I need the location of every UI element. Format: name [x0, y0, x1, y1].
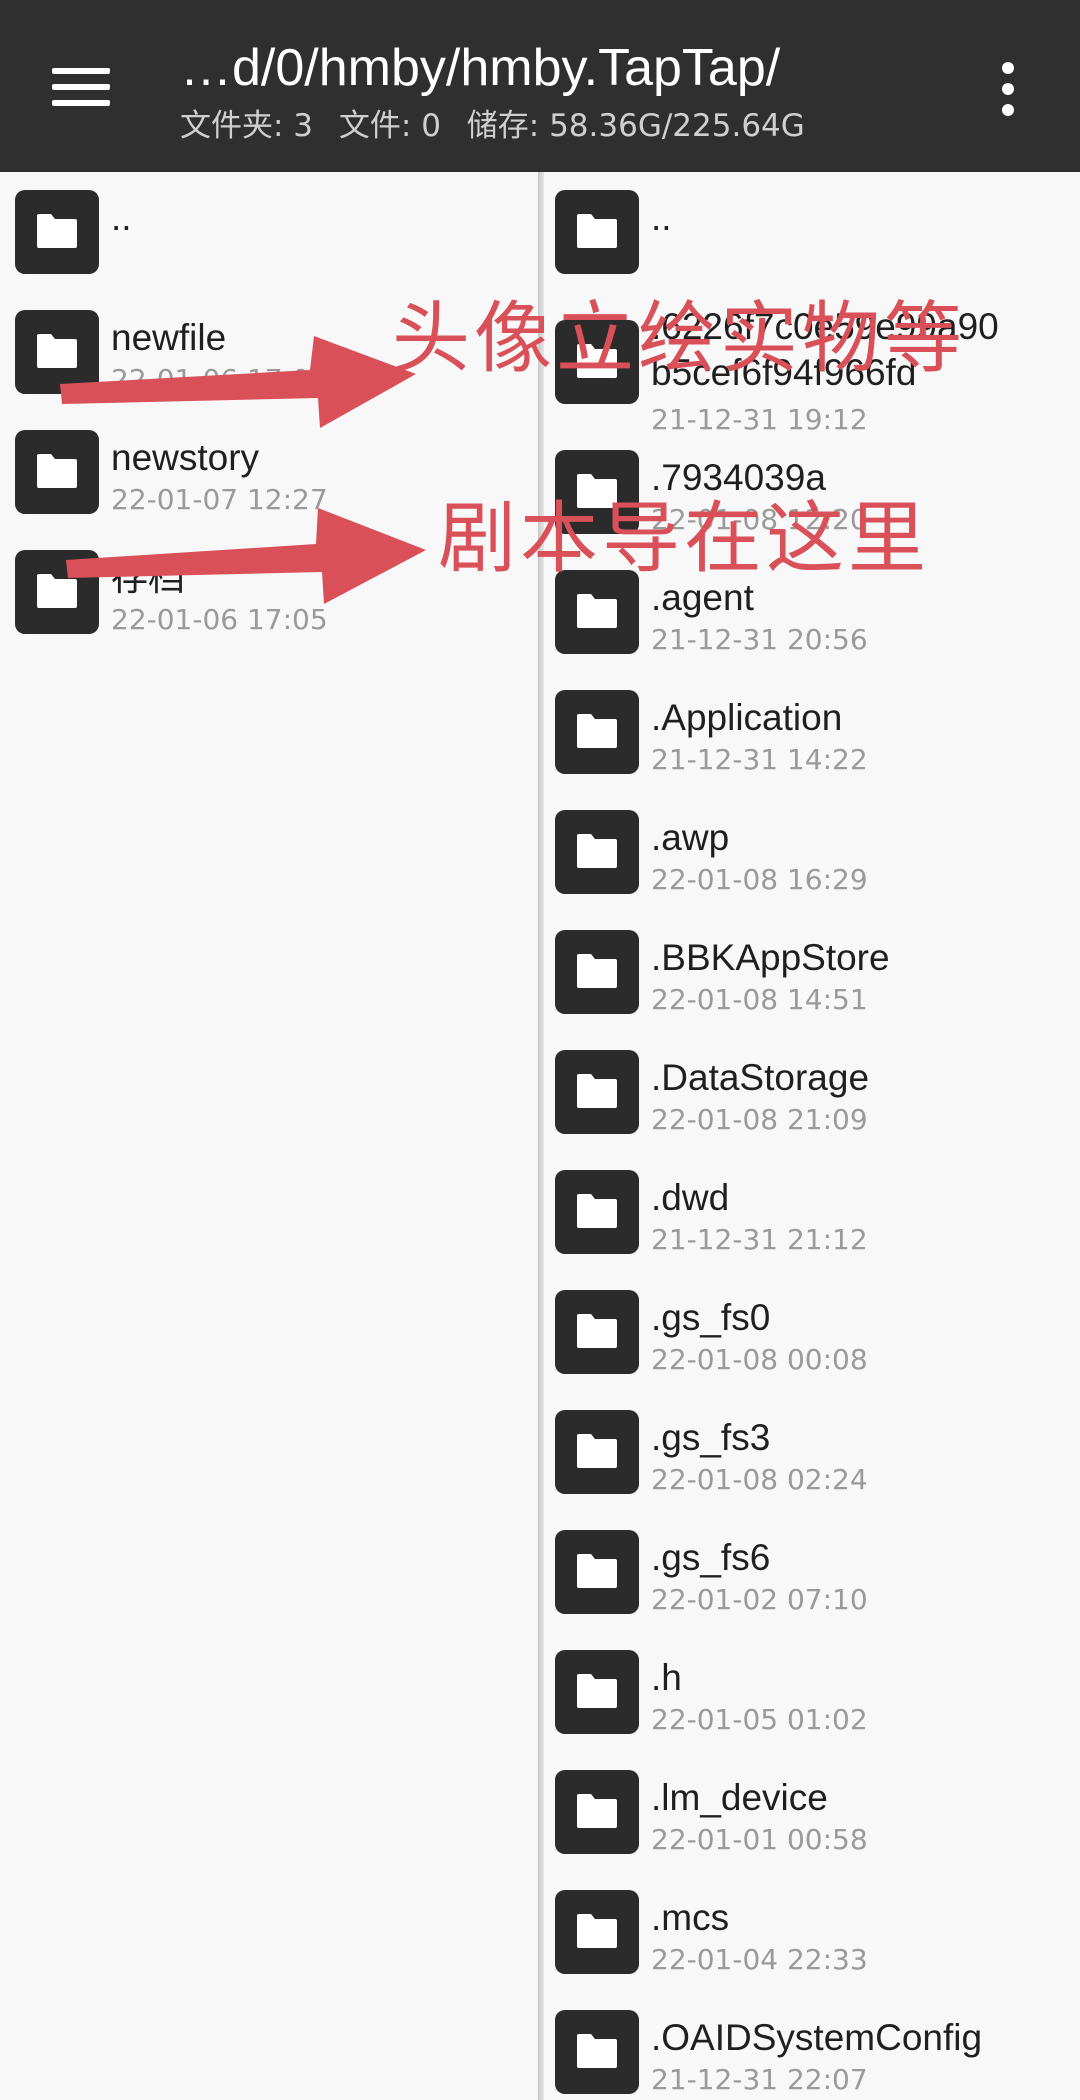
menu-icon[interactable] — [52, 60, 114, 112]
item-date: 22-01-06 17:05 — [111, 603, 328, 636]
item-date: 21-12-31 20:56 — [651, 623, 868, 656]
list-item[interactable]: .gs_fs6 22-01-02 07:10 — [544, 1512, 1080, 1632]
list-item[interactable]: newfile 22-01-06 17:05 — [0, 292, 538, 412]
item-date: 22-01-08 16:29 — [651, 863, 868, 896]
folder-icon — [555, 1290, 639, 1374]
item-date: 22-01-06 17:05 — [111, 363, 328, 396]
list-item[interactable]: .mcs 22-01-04 22:33 — [544, 1872, 1080, 1992]
item-name: newstory — [111, 437, 260, 478]
item-name: .Application — [651, 697, 843, 738]
list-item[interactable]: .awp 22-01-08 16:29 — [544, 792, 1080, 912]
folder-icon — [555, 2010, 639, 2094]
folder-icon — [555, 1410, 639, 1494]
app-bar: …d/0/hmby/hmby.TapTap/ 文件夹: 3 文件: 0 储存: … — [0, 0, 1080, 172]
folder-icon — [555, 1770, 639, 1854]
item-date: 22-01-01 00:58 — [651, 1823, 868, 1856]
item-date: 21-12-31 21:12 — [651, 1223, 868, 1256]
item-name: .6226f7c0e59e99a90 b5cef6f94f966fd — [651, 304, 999, 396]
list-item[interactable]: .6226f7c0e59e99a90 b5cef6f94f966fd 21-12… — [544, 292, 1080, 436]
storage-usage: 储存: 58.36G/225.64G — [466, 108, 805, 144]
file-count: 文件: 0 — [338, 108, 441, 144]
item-name: .. — [111, 197, 132, 238]
item-name: .DataStorage — [651, 1057, 870, 1098]
folder-icon — [15, 550, 99, 634]
folder-icon — [555, 450, 639, 534]
item-date: 21-12-31 14:22 — [651, 743, 868, 776]
item-name: .agent — [651, 577, 754, 618]
current-path[interactable]: …d/0/hmby/hmby.TapTap/ — [180, 32, 780, 104]
item-name: .gs_fs0 — [651, 1297, 771, 1338]
list-item[interactable]: .h 22-01-05 01:02 — [544, 1632, 1080, 1752]
item-name: .gs_fs3 — [651, 1417, 771, 1458]
folder-icon — [555, 570, 639, 654]
folder-icon — [555, 1530, 639, 1614]
folder-icon — [15, 310, 99, 394]
list-item[interactable]: .OAIDSystemConfig 21-12-31 22:07 — [544, 1992, 1080, 2100]
list-item-parent[interactable]: .. — [544, 172, 1080, 292]
list-item[interactable]: .BBKAppStore 22-01-08 14:51 — [544, 912, 1080, 1032]
list-item-parent[interactable]: .. — [0, 172, 538, 292]
item-name: .BBKAppStore — [651, 937, 890, 978]
item-name: .dwd — [651, 1177, 730, 1218]
item-date: 21-12-31 22:07 — [651, 2063, 868, 2096]
folder-count: 文件夹: 3 — [180, 108, 314, 144]
list-item[interactable]: .dwd 21-12-31 21:12 — [544, 1152, 1080, 1272]
item-name: .mcs — [651, 1897, 730, 1938]
more-options-icon[interactable] — [996, 62, 1020, 118]
list-item[interactable]: .agent 21-12-31 20:56 — [544, 552, 1080, 672]
directory-summary: 文件夹: 3 文件: 0 储存: 58.36G/225.64G — [180, 104, 821, 148]
folder-icon — [555, 1650, 639, 1734]
list-item[interactable]: newstory 22-01-07 12:27 — [0, 412, 538, 532]
item-name: 存档 — [111, 557, 185, 598]
item-name: .OAIDSystemConfig — [651, 2017, 983, 2058]
item-name: newfile — [111, 317, 227, 358]
item-date: 22-01-08 00:08 — [651, 1343, 868, 1376]
folder-icon — [15, 430, 99, 514]
list-item[interactable]: .DataStorage 22-01-08 21:09 — [544, 1032, 1080, 1152]
right-file-pane[interactable]: .. .6226f7c0e59e99a90 b5cef6f94f966fd 21… — [544, 172, 1080, 2100]
list-item[interactable]: .gs_fs0 22-01-08 00:08 — [544, 1272, 1080, 1392]
item-name: .h — [651, 1657, 682, 1698]
folder-icon — [555, 1890, 639, 1974]
item-name: .awp — [651, 817, 730, 858]
item-date: 22-01-05 01:02 — [651, 1703, 868, 1736]
folder-icon — [555, 1050, 639, 1134]
folder-icon — [555, 930, 639, 1014]
item-name-line-1: .6226f7c0e59e99a90 — [651, 306, 999, 347]
item-name: .. — [651, 197, 672, 238]
folder-icon — [15, 190, 99, 274]
list-item[interactable]: .lm_device 22-01-01 00:58 — [544, 1752, 1080, 1872]
item-date: 22-01-08 12:20 — [651, 503, 868, 536]
folder-icon — [555, 1170, 639, 1254]
item-date: 22-01-02 07:10 — [651, 1583, 868, 1616]
folder-icon — [555, 690, 639, 774]
item-name: .7934039a — [651, 457, 826, 498]
folder-icon — [555, 320, 639, 404]
item-name-line-2: b5cef6f94f966fd — [651, 352, 917, 393]
item-date: 22-01-08 14:51 — [651, 983, 868, 1016]
list-item[interactable]: .7934039a 22-01-08 12:20 — [544, 432, 1080, 552]
folder-icon — [555, 810, 639, 894]
folder-icon — [555, 190, 639, 274]
item-date: 22-01-07 12:27 — [111, 483, 328, 516]
list-item[interactable]: .gs_fs3 22-01-08 02:24 — [544, 1392, 1080, 1512]
item-date: 22-01-04 22:33 — [651, 1943, 868, 1976]
left-file-pane[interactable]: .. newfile 22-01-06 17:05 newstory 22-01… — [0, 172, 538, 2100]
item-name: .lm_device — [651, 1777, 828, 1818]
item-name: .gs_fs6 — [651, 1537, 771, 1578]
list-item[interactable]: .Application 21-12-31 14:22 — [544, 672, 1080, 792]
item-date: 22-01-08 02:24 — [651, 1463, 868, 1496]
item-date: 22-01-08 21:09 — [651, 1103, 868, 1136]
list-item[interactable]: 存档 22-01-06 17:05 — [0, 532, 538, 652]
